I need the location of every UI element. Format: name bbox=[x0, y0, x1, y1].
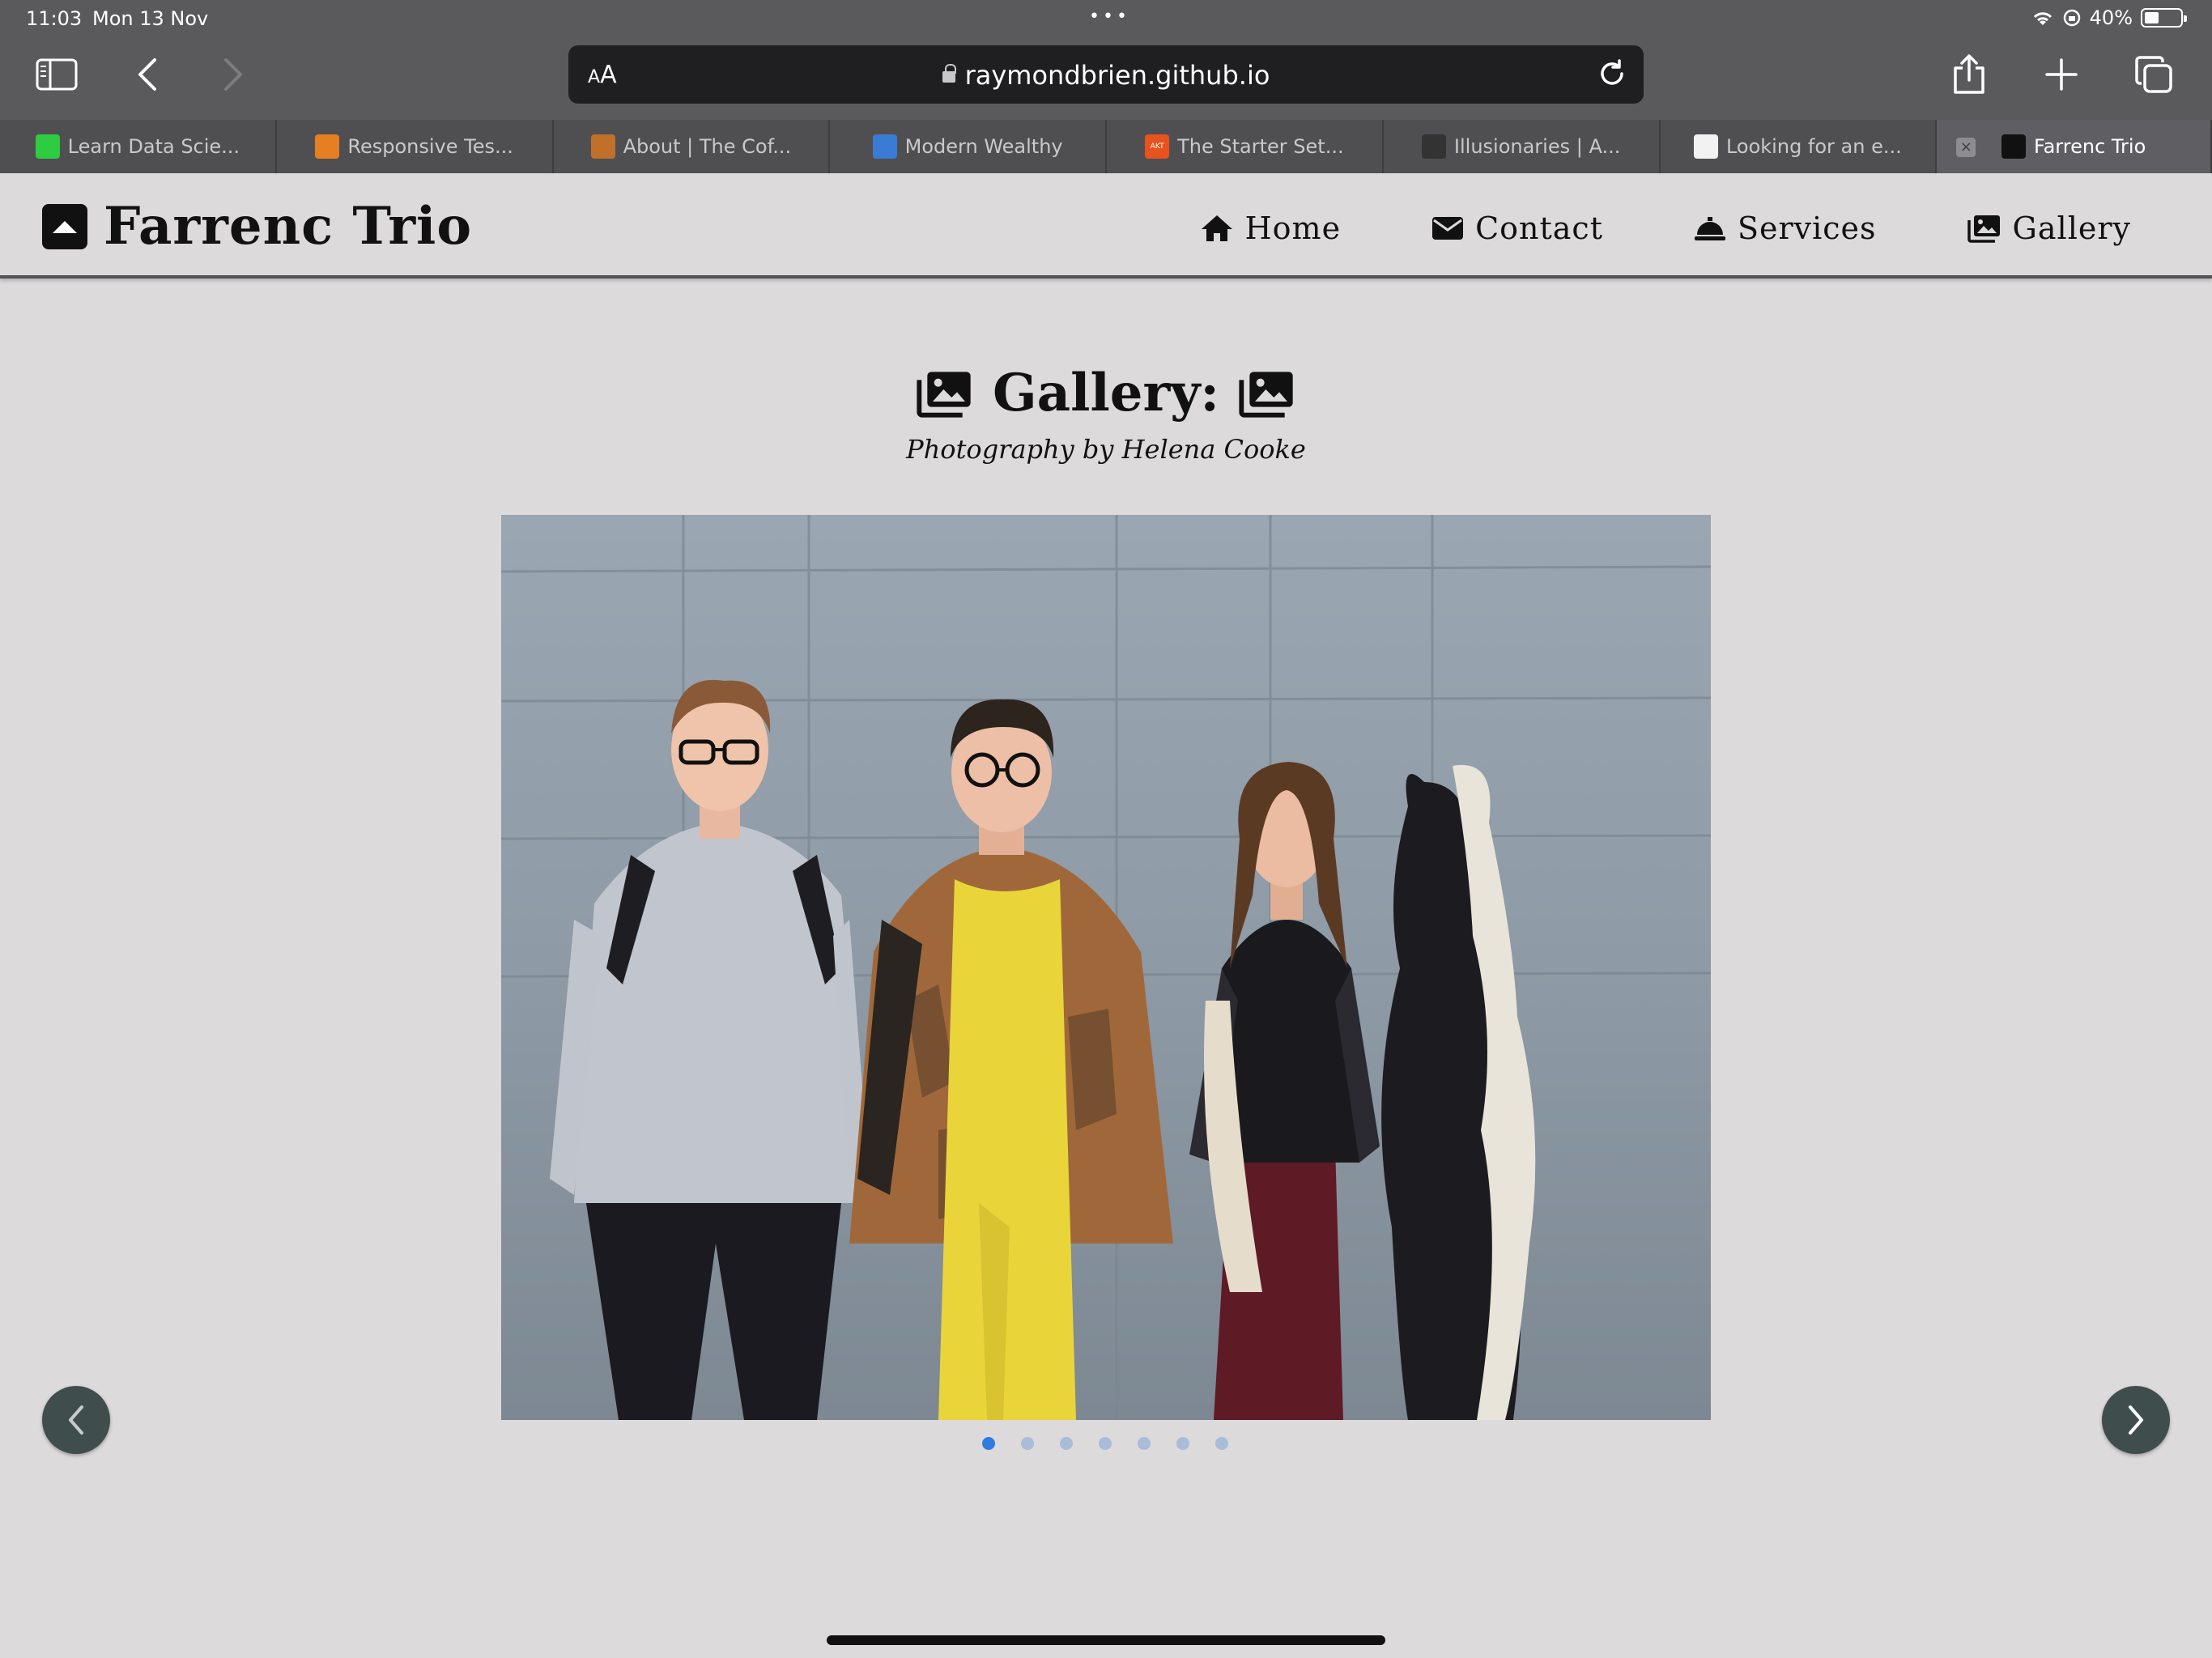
carousel-indicators bbox=[982, 1437, 1228, 1450]
tab-favicon-icon bbox=[315, 134, 340, 159]
back-button[interactable] bbox=[121, 50, 173, 99]
browser-tab[interactable]: Illusionaries | A... bbox=[1384, 120, 1661, 173]
new-tab-button[interactable] bbox=[2035, 50, 2087, 99]
status-right: 40% bbox=[2031, 6, 2187, 29]
browser-tab-label: Illusionaries | A... bbox=[1453, 135, 1621, 158]
browser-tab-label: About | The Cof... bbox=[623, 135, 792, 158]
share-button[interactable] bbox=[1943, 50, 1995, 99]
tab-favicon-icon: AKT bbox=[1145, 134, 1170, 159]
battery-fill bbox=[2145, 12, 2159, 23]
carousel-dot[interactable] bbox=[1138, 1437, 1151, 1450]
plus-icon bbox=[2045, 58, 2078, 91]
nav-services[interactable]: Services bbox=[1694, 210, 1877, 246]
browser-tab[interactable]: Learn Data Scie... bbox=[0, 120, 277, 173]
sidebar-toggle-button[interactable] bbox=[31, 50, 83, 99]
chevron-right-icon bbox=[2129, 1405, 2143, 1435]
multitasking-dots-icon[interactable]: ••• bbox=[1089, 6, 1130, 27]
tab-favicon-icon bbox=[590, 134, 615, 159]
share-icon bbox=[1954, 54, 1984, 94]
tab-favicon-icon bbox=[2001, 134, 2026, 159]
browser-tab-label: Learn Data Scie... bbox=[67, 135, 240, 158]
carousel-prev-button[interactable] bbox=[42, 1386, 110, 1454]
page-title: Gallery: bbox=[993, 363, 1219, 423]
wifi-icon bbox=[2033, 12, 2052, 25]
chevron-left-icon bbox=[69, 1405, 83, 1435]
battery-percent: 40% bbox=[2089, 6, 2133, 29]
browser-tab[interactable]: × Farrenc Trio bbox=[1937, 120, 2212, 173]
browser-chrome: 11:03 Mon 13 Nov ••• 40% AA raymondbrien… bbox=[0, 0, 2212, 173]
browser-tab[interactable]: AKT The Starter Set... bbox=[1107, 120, 1384, 173]
lock-icon bbox=[942, 64, 956, 83]
nav-gallery[interactable]: Gallery bbox=[1967, 210, 2131, 246]
tabs-icon bbox=[2135, 56, 2172, 93]
carousel-dot[interactable] bbox=[1215, 1437, 1228, 1450]
bell-icon bbox=[1694, 217, 1725, 240]
status-bar: 11:03 Mon 13 Nov ••• 40% bbox=[0, 0, 2212, 37]
photo-credit: Photography by Helena Cooke bbox=[906, 434, 1306, 465]
trio-photo-image bbox=[501, 515, 1711, 1420]
status-time: 11:03 bbox=[26, 7, 83, 30]
tab-favicon-icon bbox=[1421, 134, 1446, 159]
tab-favicon-icon bbox=[872, 134, 897, 159]
browser-tab-label: Responsive Tes... bbox=[347, 135, 513, 158]
browser-tab-label: Looking for an e... bbox=[1725, 135, 1902, 158]
images-icon bbox=[917, 371, 971, 418]
nav-home-label: Home bbox=[1244, 210, 1342, 246]
browser-tab[interactable]: Responsive Tes... bbox=[277, 120, 554, 173]
address-bar[interactable]: AA raymondbrien.github.io bbox=[568, 45, 1644, 104]
orientation-lock-icon bbox=[2063, 9, 2080, 27]
url-text: raymondbrien.github.io bbox=[964, 60, 1270, 91]
carousel-dot[interactable] bbox=[1099, 1437, 1112, 1450]
carousel-dot[interactable] bbox=[982, 1437, 995, 1450]
envelope-icon bbox=[1432, 217, 1464, 240]
home-icon bbox=[1201, 215, 1232, 241]
browser-tab-label: Modern Wealthy bbox=[904, 135, 1063, 158]
carousel-dot[interactable] bbox=[1021, 1437, 1034, 1450]
gallery-heading: Gallery: bbox=[0, 363, 2212, 423]
brand-link[interactable]: Farrenc Trio bbox=[42, 196, 472, 257]
browser-tab-label: The Starter Set... bbox=[1177, 135, 1344, 158]
nav-contact[interactable]: Contact bbox=[1431, 210, 1603, 246]
browser-tab[interactable]: Modern Wealthy bbox=[830, 120, 1107, 173]
chevron-right-icon bbox=[224, 58, 242, 91]
home-indicator[interactable] bbox=[827, 1635, 1385, 1645]
nav-services-label: Services bbox=[1737, 210, 1877, 246]
brand-logo-icon bbox=[42, 203, 87, 249]
nav-home[interactable]: Home bbox=[1200, 210, 1342, 246]
browser-tab[interactable]: Looking for an e... bbox=[1661, 120, 1938, 173]
forward-button[interactable] bbox=[207, 50, 259, 99]
tab-overview-button[interactable] bbox=[2128, 50, 2180, 99]
tab-favicon-icon bbox=[35, 134, 60, 159]
close-tab-icon[interactable]: × bbox=[1956, 138, 1976, 157]
nav-gallery-label: Gallery bbox=[2012, 210, 2131, 246]
tab-bar: Learn Data Scie... Responsive Tes... About… bbox=[0, 120, 2212, 173]
reload-icon bbox=[1601, 59, 1623, 85]
carousel-dot[interactable] bbox=[1060, 1437, 1073, 1450]
images-icon bbox=[1967, 215, 2000, 243]
browser-tab-label: Farrenc Trio bbox=[2034, 135, 2146, 158]
tab-favicon-icon bbox=[1693, 134, 1718, 159]
main-nav: Home Contact Services Gallery bbox=[1200, 210, 2131, 246]
battery-icon bbox=[2141, 8, 2187, 28]
sidebar-icon bbox=[36, 58, 78, 91]
site-header: Farrenc Trio Home Contact Services Galle… bbox=[0, 173, 2212, 278]
reload-button[interactable] bbox=[1597, 58, 1627, 92]
carousel-next-button[interactable] bbox=[2102, 1386, 2170, 1454]
carousel-photo bbox=[501, 515, 1711, 1420]
carousel-dot[interactable] bbox=[1176, 1437, 1189, 1450]
browser-tab[interactable]: About | The Cof... bbox=[554, 120, 831, 173]
chevron-left-icon bbox=[138, 58, 156, 91]
status-date: Mon 13 Nov bbox=[92, 7, 209, 30]
images-icon bbox=[1239, 371, 1293, 418]
brand-name: Farrenc Trio bbox=[104, 196, 473, 257]
nav-contact-label: Contact bbox=[1475, 210, 1603, 246]
